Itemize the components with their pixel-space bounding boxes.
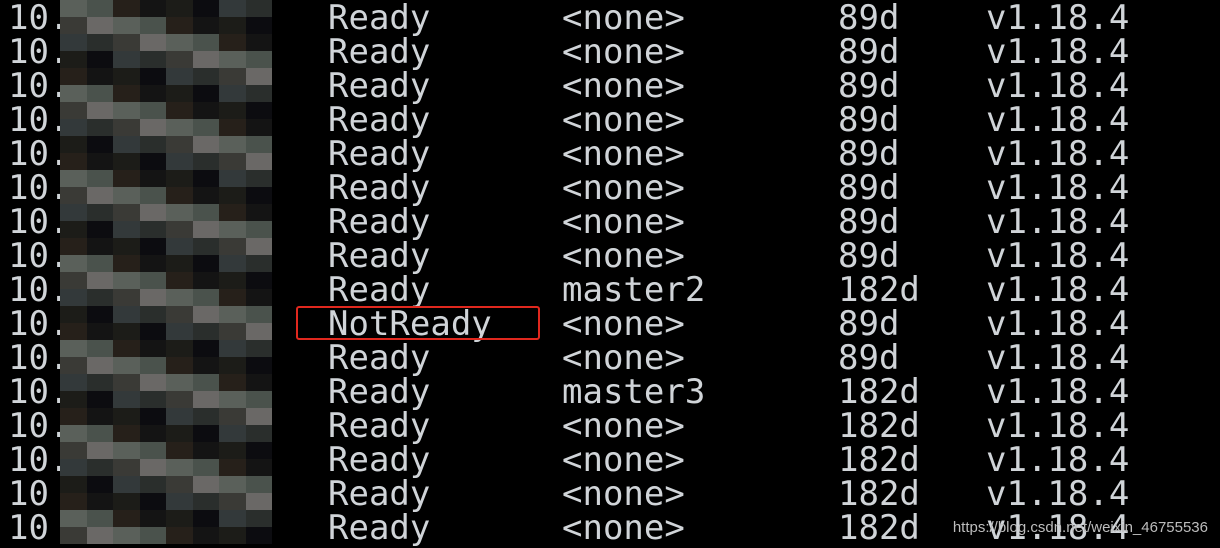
watermark: https://blog.csdn.net/weixin_46755536 <box>952 519 1208 536</box>
notready-highlight-box <box>296 306 540 340</box>
node-name: 10 <box>8 474 49 514</box>
node-age: 89d <box>838 338 900 378</box>
node-status: Ready <box>328 202 431 242</box>
node-age: 182d <box>838 440 920 480</box>
node-status: Ready <box>328 440 431 480</box>
node-status: Ready <box>328 508 431 548</box>
node-version: v1.18.4 <box>986 32 1130 72</box>
node-age: 182d <box>838 474 920 514</box>
node-version: v1.18.4 <box>986 304 1130 344</box>
pixelated-redaction <box>60 0 272 544</box>
node-version: v1.18.4 <box>986 168 1130 208</box>
node-status: Ready <box>328 338 431 378</box>
node-status: Ready <box>328 406 431 446</box>
node-version: v1.18.4 <box>986 338 1130 378</box>
node-roles: <none> <box>562 406 685 446</box>
node-status: Ready <box>328 168 431 208</box>
node-age: 182d <box>838 406 920 446</box>
node-age: 182d <box>838 508 920 548</box>
node-version: v1.18.4 <box>986 406 1130 446</box>
node-age: 182d <box>838 372 920 412</box>
node-age: 89d <box>838 168 900 208</box>
node-roles: master3 <box>562 372 706 412</box>
node-age: 89d <box>838 304 900 344</box>
node-age: 89d <box>838 134 900 174</box>
node-roles: master2 <box>562 270 706 310</box>
node-age: 89d <box>838 202 900 242</box>
node-roles: <none> <box>562 134 685 174</box>
node-roles: <none> <box>562 66 685 106</box>
node-roles: <none> <box>562 168 685 208</box>
node-status: Ready <box>328 134 431 174</box>
node-age: 89d <box>838 0 900 38</box>
node-version: v1.18.4 <box>986 270 1130 310</box>
node-roles: <none> <box>562 440 685 480</box>
node-status: Ready <box>328 0 431 38</box>
node-status: Ready <box>328 372 431 412</box>
node-roles: <none> <box>562 202 685 242</box>
node-roles: <none> <box>562 32 685 72</box>
node-version: v1.18.4 <box>986 66 1130 106</box>
node-roles: <none> <box>562 100 685 140</box>
node-version: v1.18.4 <box>986 202 1130 242</box>
node-version: v1.18.4 <box>986 0 1130 38</box>
node-roles: <none> <box>562 338 685 378</box>
node-roles: <none> <box>562 0 685 38</box>
node-age: 89d <box>838 236 900 276</box>
node-version: v1.18.4 <box>986 474 1130 514</box>
node-status: Ready <box>328 474 431 514</box>
node-version: v1.18.4 <box>986 236 1130 276</box>
node-age: 89d <box>838 32 900 72</box>
node-age: 182d <box>838 270 920 310</box>
node-roles: <none> <box>562 474 685 514</box>
node-age: 89d <box>838 100 900 140</box>
node-roles: <none> <box>562 304 685 344</box>
node-version: v1.18.4 <box>986 100 1130 140</box>
node-roles: <none> <box>562 236 685 276</box>
node-status: Ready <box>328 236 431 276</box>
node-version: v1.18.4 <box>986 440 1130 480</box>
node-name: 10 <box>8 508 49 548</box>
node-roles: <none> <box>562 508 685 548</box>
node-version: v1.18.4 <box>986 372 1130 412</box>
node-age: 89d <box>838 66 900 106</box>
node-status: Ready <box>328 100 431 140</box>
node-status: Ready <box>328 66 431 106</box>
node-status: Ready <box>328 32 431 72</box>
node-version: v1.18.4 <box>986 134 1130 174</box>
node-status: Ready <box>328 270 431 310</box>
